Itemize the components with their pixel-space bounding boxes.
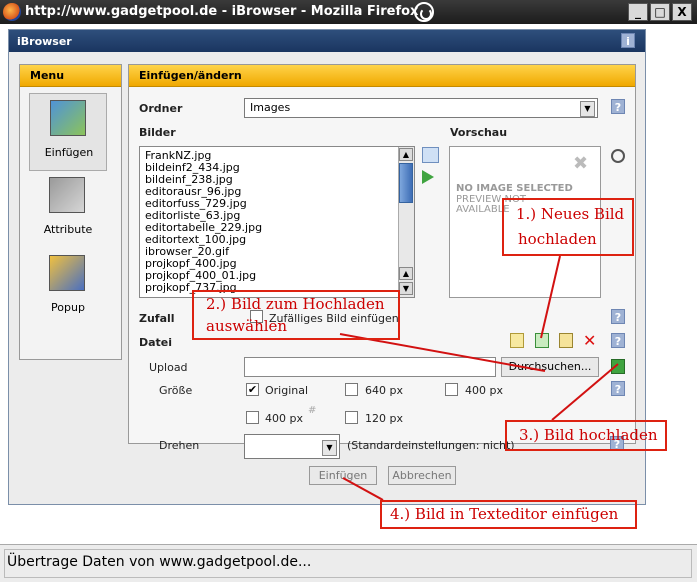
annotation-step2: 2.) Bild zum Hochladen auswählen — [192, 290, 400, 340]
annotation-step4: 4.) Bild in Texteditor einfügen — [380, 500, 637, 529]
annotation-text: 1.) Neues Bild — [516, 205, 625, 223]
annotation-text: auswählen — [206, 317, 288, 335]
status-text: Übertrage Daten von www.gadgetpool.de... — [7, 554, 312, 570]
annotation-step3: 3.) Bild hochladen — [505, 420, 667, 451]
annotation-text: hochladen — [518, 230, 597, 248]
annotation-step1: 1.) Neues Bild hochladen — [502, 198, 634, 256]
status-bar: Übertrage Daten von www.gadgetpool.de... — [0, 544, 697, 582]
annotation-text: 2.) Bild zum Hochladen — [206, 295, 385, 313]
